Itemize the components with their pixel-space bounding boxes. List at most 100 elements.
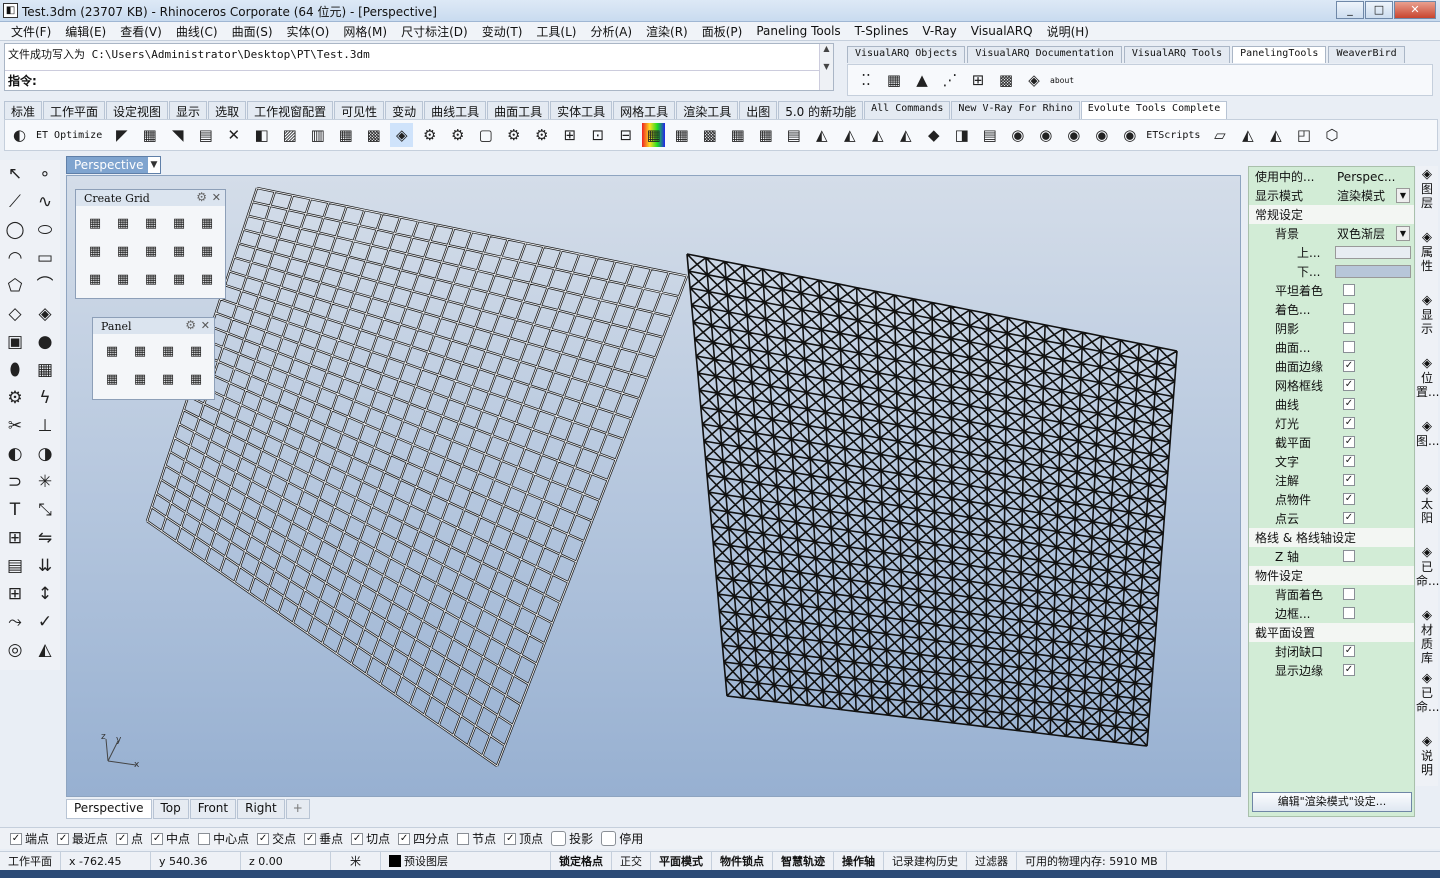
panel-tab-2[interactable]: ◈ 显示	[1416, 292, 1438, 355]
osnap-checkbox[interactable]	[198, 832, 211, 845]
red-square-grid-icon[interactable]: ▩	[994, 68, 1018, 92]
grid-array-icon[interactable]: ▦	[111, 240, 135, 264]
prop-checkbox[interactable]	[1343, 322, 1355, 334]
grid-morph-icon[interactable]: ▦	[195, 268, 219, 292]
prop-row[interactable]: 上...	[1249, 243, 1414, 262]
lightning-icon[interactable]: ϟ	[32, 385, 58, 411]
prop-row[interactable]: 背面着色	[1249, 585, 1414, 604]
polyline-icon[interactable]: ⟋	[2, 189, 28, 215]
palette-gear-icon[interactable]: ⚙	[196, 190, 207, 204]
prop-row[interactable]: 背景 双色渐层 ▼	[1249, 224, 1414, 243]
create-grid-palette-header[interactable]: Create Grid ⚙ ✕	[76, 190, 225, 206]
viewport-tab-perspective[interactable]: Perspective	[66, 799, 152, 819]
grid-curve-dist-icon[interactable]: ▦	[195, 212, 219, 236]
main-tab-11[interactable]: 网格工具	[613, 101, 676, 119]
osnap-0[interactable]: ✓ 端点	[10, 830, 49, 847]
grid-diagonal-icon[interactable]: ▦	[167, 268, 191, 292]
panel-tab-0[interactable]: ◈ 图层	[1416, 166, 1438, 229]
osnap-6[interactable]: ✓ 垂点	[304, 830, 343, 847]
prop-row[interactable]: 封闭缺口 ✓	[1249, 642, 1414, 661]
evolute-tool-icon[interactable]: ◭	[810, 123, 833, 147]
prop-value[interactable]: Perspec...	[1337, 170, 1395, 184]
grid-attractor-icon[interactable]: ▦	[139, 268, 163, 292]
main-tab-2[interactable]: 设定视图	[106, 101, 169, 119]
prop-row[interactable]: 曲面边缘 ✓	[1249, 357, 1414, 376]
main-tab-10[interactable]: 实体工具	[550, 101, 613, 119]
prop-row[interactable]: 阴影	[1249, 319, 1414, 338]
prop-row[interactable]: 点物件 ✓	[1249, 490, 1414, 509]
prop-row[interactable]: 显示模式 渲染模式 ▼	[1249, 186, 1414, 205]
cylinder-solid-icon[interactable]: ⬮	[2, 357, 28, 383]
menu-item-16[interactable]: VisualARQ	[964, 24, 1040, 38]
grid-points-icon[interactable]: ⁚⁚	[854, 68, 878, 92]
menu-item-10[interactable]: 分析(A)	[583, 23, 639, 40]
evolute-tool-icon[interactable]: ◆	[922, 123, 945, 147]
evolute-tool-icon[interactable]: ▨	[278, 123, 301, 147]
flow-icon[interactable]: ⤳	[2, 609, 28, 635]
boolean-split-icon[interactable]: ◑	[32, 441, 58, 467]
main-tab-8[interactable]: 曲线工具	[424, 101, 487, 119]
menu-item-0[interactable]: 文件(F)	[4, 23, 58, 40]
main-tab-5[interactable]: 工作视窗配置	[247, 101, 334, 119]
evolute-tool-icon[interactable]: ◭	[894, 123, 917, 147]
arc-icon[interactable]: ◠	[2, 245, 28, 271]
main-tab-7[interactable]: 变动	[385, 101, 424, 119]
prop-row[interactable]: 平坦着色	[1249, 281, 1414, 300]
evolute-tool-icon[interactable]: ⊡	[586, 123, 609, 147]
menu-item-3[interactable]: 曲线(C)	[169, 23, 225, 40]
plugin-tab-4[interactable]: WeaverBird	[1328, 46, 1405, 63]
array-icon[interactable]: ⊞	[2, 525, 28, 551]
gradient-color-swatch[interactable]	[1335, 265, 1411, 278]
close-button[interactable]: ✕	[1394, 1, 1436, 19]
prop-checkbox[interactable]	[1343, 550, 1355, 562]
menu-item-4[interactable]: 曲面(S)	[225, 23, 280, 40]
main-tab-15[interactable]: All Commands	[864, 101, 951, 119]
menu-item-13[interactable]: Paneling Tools	[749, 24, 847, 38]
viewport-tab-front[interactable]: Front	[189, 799, 237, 819]
et-optimize-icon[interactable]: ◐	[8, 123, 31, 147]
evolute-tool-icon[interactable]: ▩	[698, 123, 721, 147]
dimension-icon[interactable]: ↕	[32, 581, 58, 607]
command-scrollbar[interactable]: ▲ ▼	[819, 44, 833, 90]
status-toggle-3[interactable]: 物件锁点	[712, 851, 773, 871]
triangle-red-icon[interactable]: ▲	[910, 68, 934, 92]
osnap-12[interactable]: 停用	[601, 830, 643, 847]
osnap-2[interactable]: ✓ 点	[116, 830, 143, 847]
add-viewport-tab-button[interactable]: +	[285, 799, 310, 819]
evolute-tool-icon[interactable]: ◥	[166, 123, 189, 147]
check-icon[interactable]: ✓	[32, 609, 58, 635]
main-tab-9[interactable]: 曲面工具	[487, 101, 550, 119]
main-tab-4[interactable]: 选取	[208, 101, 247, 119]
prop-row[interactable]: 着色...	[1249, 300, 1414, 319]
evolute-tool-icon[interactable]: ▦	[642, 123, 666, 147]
plugin-tab-0[interactable]: VisualARQ Objects	[847, 46, 966, 63]
main-tab-17[interactable]: Evolute Tools Complete	[1080, 101, 1228, 119]
prop-checkbox[interactable]	[1343, 284, 1355, 296]
palette-gear-icon[interactable]: ⚙	[185, 318, 196, 332]
prop-checkbox[interactable]: ✓	[1343, 455, 1355, 467]
circle-icon[interactable]: ◯	[2, 217, 28, 243]
osnap-4[interactable]: 中心点	[198, 830, 249, 847]
plugin-tab-1[interactable]: VisualARQ Documentation	[967, 46, 1122, 63]
evolute-tool-icon[interactable]: ◭	[838, 123, 861, 147]
panel-tab-8[interactable]: ◈ 已命...	[1416, 670, 1439, 733]
rhino-app-icon[interactable]: ◧	[3, 3, 18, 18]
osnap-checkbox[interactable]	[551, 831, 567, 846]
grid-red-icon[interactable]: ▦	[139, 240, 163, 264]
prop-checkbox[interactable]: ✓	[1343, 512, 1355, 524]
main-tab-6[interactable]: 可见性	[334, 101, 385, 119]
status-toggle-0[interactable]: 锁定格点	[551, 851, 612, 871]
fillet-curve-icon[interactable]: ⌒	[32, 273, 58, 299]
evolute-tool-icon[interactable]: ✕	[222, 123, 245, 147]
osnap-5[interactable]: ✓ 交点	[257, 830, 296, 847]
prop-row[interactable]: 下...	[1249, 262, 1414, 281]
viewport-menu-arrow-icon[interactable]: ▼	[148, 157, 160, 173]
osnap-9[interactable]: 节点	[457, 830, 496, 847]
perspective-viewport[interactable]	[66, 175, 1241, 797]
skew-grid-icon[interactable]: ⋰	[938, 68, 962, 92]
select-arrow-icon[interactable]: ↖	[2, 161, 28, 187]
et-script-icon[interactable]: ◭	[1264, 123, 1287, 147]
mirror-icon[interactable]: ⇋	[32, 525, 58, 551]
evolute-tool-icon[interactable]: ◤	[110, 123, 133, 147]
evolute-tool-icon[interactable]: ▩	[362, 123, 385, 147]
